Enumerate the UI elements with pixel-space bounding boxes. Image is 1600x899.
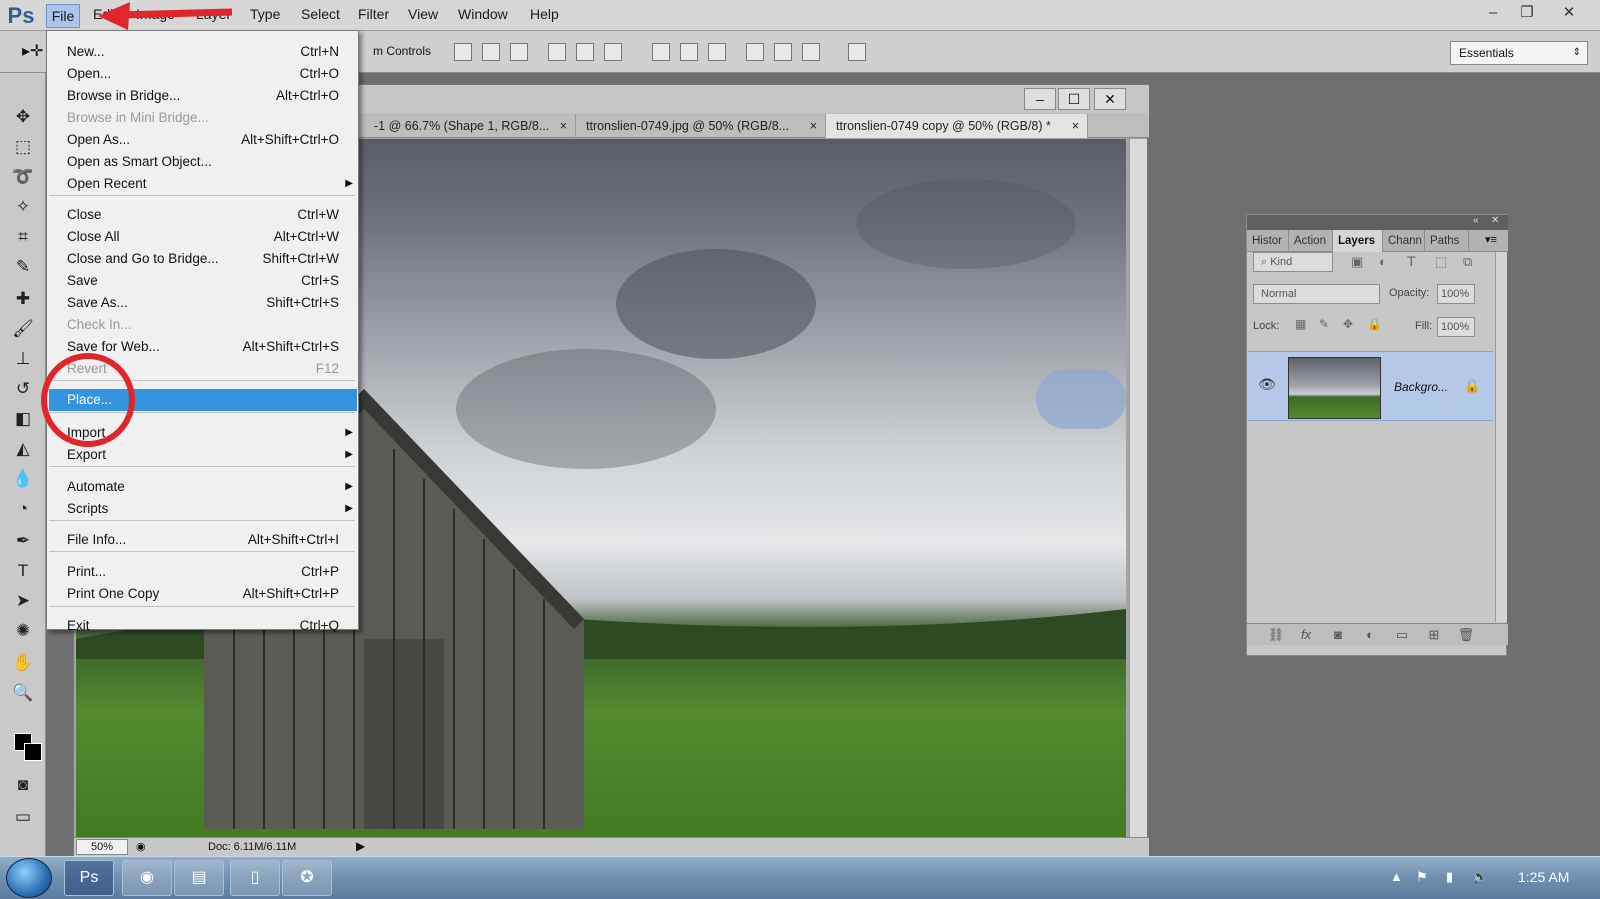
tutorial-annotations [41, 2, 233, 447]
arrow-head-icon [98, 2, 130, 30]
annotation-circle [41, 353, 135, 447]
annotation-arrow [119, 8, 233, 19]
